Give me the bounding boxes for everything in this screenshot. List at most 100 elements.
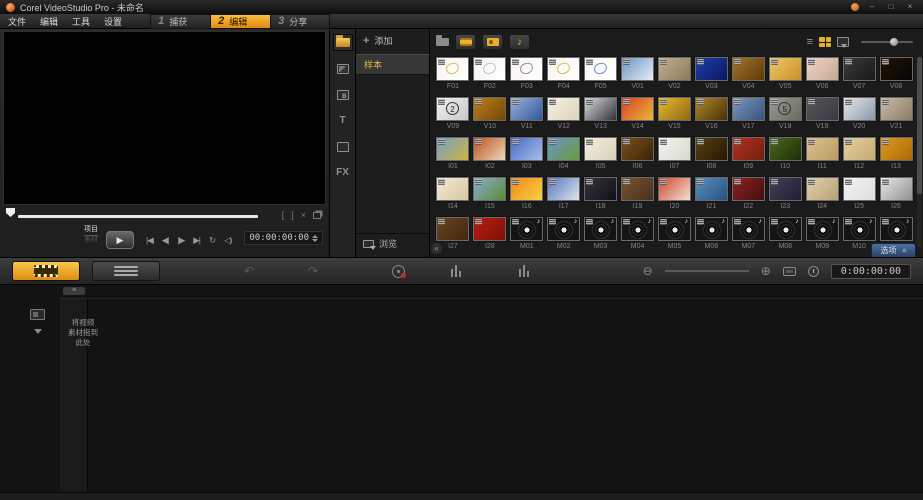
media-thumbnail[interactable] [473,57,506,81]
media-thumbnail[interactable] [473,137,506,161]
zoom-out-icon[interactable]: ⊖ [643,265,653,277]
mark-out-icon[interactable]: ] [291,210,294,220]
media-thumbnail[interactable] [547,57,580,81]
media-thumbnail[interactable]: 2 [436,97,469,121]
audio-thumbnail[interactable]: ♪ [584,217,617,241]
slider-knob[interactable] [890,38,898,46]
gallery-item[interactable]: I01 [436,137,470,175]
timeline-timecode[interactable]: 0:00:00:00 [831,264,911,279]
split-clip-icon[interactable]: × [301,210,306,220]
gallery-folder-icon[interactable] [436,38,449,46]
add-folder-button[interactable]: + 添加 [356,29,429,52]
audio-thumbnail[interactable]: ♪ [621,217,654,241]
minimize-button[interactable]: – [865,2,879,12]
media-icon[interactable] [334,35,352,50]
media-thumbnail[interactable] [769,137,802,161]
media-thumbnail[interactable] [880,57,913,81]
gallery-item[interactable]: I23 [768,177,802,215]
graphic-icon[interactable] [334,139,352,154]
filter-photo-button[interactable] [482,34,503,50]
media-thumbnail[interactable] [584,177,617,201]
instant-project-icon[interactable] [334,87,352,102]
scrub-bar[interactable] [18,215,258,218]
gallery-item[interactable]: I12 [842,137,876,175]
track-manager-icon[interactable]: ≡ [63,287,85,295]
media-thumbnail[interactable] [658,177,691,201]
gallery-item[interactable]: I03 [510,137,544,175]
media-thumbnail[interactable] [473,97,506,121]
filter-audio-button[interactable]: ♪ [509,34,530,50]
sound-mixer-icon[interactable] [451,265,465,277]
media-thumbnail[interactable] [547,97,580,121]
media-thumbnail[interactable] [769,57,802,81]
collapse-panel-icon[interactable]: « [431,243,442,254]
media-thumbnail[interactable] [695,137,728,161]
gallery-item[interactable]: I20 [658,177,692,215]
help-button[interactable] [850,2,860,12]
gallery-item[interactable]: V04 [731,57,765,95]
menu-tools[interactable]: 工具 [72,15,90,28]
gallery-item[interactable]: I25 [842,177,876,215]
zoom-in-icon[interactable]: ⊕ [761,265,771,277]
media-thumbnail[interactable] [732,137,765,161]
gallery-item[interactable]: I07 [658,137,692,175]
gallery-item[interactable]: ♪M05 [658,217,692,255]
media-thumbnail[interactable] [732,57,765,81]
media-thumbnail[interactable] [510,57,543,81]
gallery-item[interactable]: 5V18 [768,97,802,135]
gallery-item[interactable]: I10 [768,137,802,175]
media-thumbnail[interactable] [843,177,876,201]
audio-thumbnail[interactable]: ♪ [843,217,876,241]
swap-track-icon[interactable] [30,309,45,320]
gallery-item[interactable]: V05 [768,57,802,95]
sort-icon[interactable] [837,37,849,47]
gallery-item[interactable]: V15 [658,97,692,135]
media-thumbnail[interactable] [806,177,839,201]
media-thumbnail[interactable] [880,177,913,201]
media-thumbnail[interactable] [436,137,469,161]
gallery-item[interactable]: V06 [805,57,839,95]
media-thumbnail[interactable] [621,97,654,121]
media-thumbnail[interactable] [806,97,839,121]
media-thumbnail[interactable] [621,137,654,161]
gallery-item[interactable]: F02 [473,57,507,95]
preview-timecode[interactable]: 00:00:00:00 [249,233,309,243]
media-thumbnail[interactable] [621,177,654,201]
gallery-item[interactable]: ♪M06 [694,217,728,255]
media-thumbnail[interactable] [695,57,728,81]
media-thumbnail[interactable] [510,137,543,161]
media-thumbnail[interactable] [584,97,617,121]
gallery-item[interactable]: I08 [694,137,728,175]
audio-thumbnail[interactable]: ♪ [547,217,580,241]
gallery-item[interactable]: I15 [473,177,507,215]
gallery-item[interactable]: V02 [658,57,692,95]
media-thumbnail[interactable] [621,57,654,81]
transition-icon[interactable] [334,61,352,76]
media-thumbnail[interactable] [436,217,469,241]
fit-project-icon[interactable] [783,267,796,276]
gallery-item[interactable]: I13 [879,137,913,175]
end-icon[interactable]: ▶| [193,235,200,246]
media-thumbnail[interactable]: 5 [769,97,802,121]
menu-settings[interactable]: 设置 [104,15,122,28]
audio-thumbnail[interactable]: ♪ [510,217,543,241]
menu-edit[interactable]: 编辑 [40,15,58,28]
storyboard-view-button[interactable] [12,261,80,281]
preview-video-area[interactable] [3,31,326,205]
timeline-view-button[interactable] [92,261,160,281]
list-view-icon[interactable]: ≡ [807,36,813,48]
fx-filter-icon[interactable]: FX [334,165,352,180]
enlarge-preview-icon[interactable] [313,212,321,219]
gallery-item[interactable]: I22 [731,177,765,215]
media-thumbnail[interactable] [843,57,876,81]
menu-file[interactable]: 文件 [8,15,26,28]
options-button[interactable]: 选项 » [871,243,916,257]
gallery-item[interactable]: V10 [473,97,507,135]
redo-icon[interactable]: ↷ [308,265,318,277]
duration-clock-icon[interactable] [808,266,819,277]
gallery-item[interactable]: I02 [473,137,507,175]
media-thumbnail[interactable] [880,137,913,161]
gallery-item[interactable]: I24 [805,177,839,215]
gallery-item[interactable]: ♪M07 [731,217,765,255]
play-button[interactable]: ▶ [106,231,134,249]
